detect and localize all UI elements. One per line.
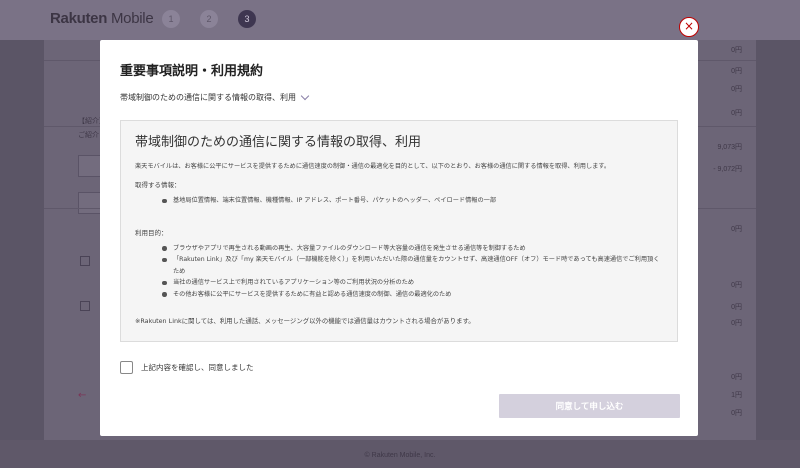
bg-price: 0円 [731, 110, 742, 117]
bg-price: 0円 [731, 282, 742, 289]
bg-price: 1円 [731, 392, 742, 399]
logo-brand: Rakuten [50, 10, 108, 27]
agree-label: 上記内容を確認し、同意しました [141, 363, 254, 372]
section-acquired-info-label: 取得する情報： [135, 181, 181, 189]
panel-note: ※Rakuten Linkに関しては、利用した通話、メッセージング以外の機能では… [135, 317, 475, 325]
back-arrow-icon: ← [78, 390, 87, 401]
accordion-label: 帯域制御のための通信に関する情報の取得、利用 [120, 93, 296, 102]
purpose-item: 「Rakuten Link」及び「my 楽天モバイル（一部機能を除く）」を利用い… [135, 254, 663, 277]
copyright: © Rakuten Mobile, Inc. [364, 452, 436, 459]
bg-checkbox [80, 301, 90, 311]
bg-checkbox [80, 256, 90, 266]
step-2: 2 [200, 10, 218, 28]
bg-price: - 9,072円 [713, 166, 742, 173]
purpose-item: ブラウザやアプリで再生される動画の再生、大容量ファイルのダウンロード等大容量の通… [135, 243, 663, 255]
bg-price: 0円 [731, 226, 742, 233]
panel-title: 帯域制御のための通信に関する情報の取得、利用 [135, 135, 422, 150]
acquired-info-item: 基地局位置情報、端末位置情報、機種情報、IP アドレス、ポート番号、パケットのヘ… [135, 195, 663, 207]
bg-price: 9,073円 [717, 144, 742, 151]
section-purpose-label: 利用目的： [135, 228, 168, 237]
step-indicator: 1 2 3 [162, 10, 256, 28]
bg-price: 0円 [731, 374, 742, 381]
step-1: 1 [162, 10, 180, 28]
agree-checkbox[interactable] [120, 361, 133, 374]
bg-section-sub: ご紹介 [78, 132, 99, 139]
bg-price: 0円 [731, 304, 742, 311]
logo-product: Mobile [110, 10, 154, 27]
terms-panel[interactable]: 帯域制御のための通信に関する情報の取得、利用 楽天モバイルは、お客様に公平にサー… [120, 120, 678, 342]
rakuten-mobile-logo: Rakuten Mobile [50, 10, 154, 27]
bg-price: 0円 [731, 86, 742, 93]
modal-title: 重要事項説明・利用規約 [120, 64, 264, 79]
purpose-item: その他お客様に公平にサービスを提供するために有益と認める通信速度の制御、通信の最… [135, 289, 663, 301]
agree-checkbox-row[interactable]: 上記内容を確認し、同意しました [120, 361, 254, 374]
panel-intro: 楽天モバイルは、お客様に公平にサービスを提供するために通信速度の制御・通信の最適… [135, 163, 611, 170]
bg-price: 0円 [731, 320, 742, 327]
bg-price: 0円 [731, 410, 742, 417]
purpose-item: 当社の通信サービス上で利用されているアプリケーション等のご利用状況の分析のため [135, 277, 663, 289]
chevron-down-icon [300, 91, 310, 101]
accordion-toggle[interactable]: 帯域制御のための通信に関する情報の取得、利用 [120, 91, 310, 103]
agree-submit-button[interactable]: 同意して申し込む [499, 394, 680, 418]
bg-price: 0円 [731, 68, 742, 75]
step-3: 3 [238, 10, 256, 28]
close-icon[interactable]: × [679, 17, 699, 37]
terms-modal: 重要事項説明・利用規約 帯域制御のための通信に関する情報の取得、利用 帯域制御の… [100, 40, 698, 436]
bg-price: 0円 [731, 47, 742, 54]
